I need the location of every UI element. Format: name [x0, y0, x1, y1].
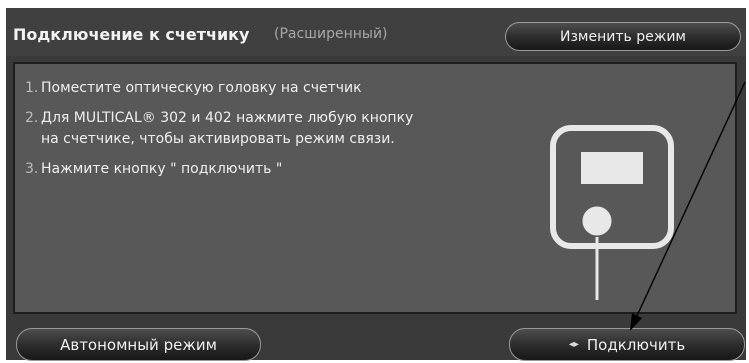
instruction-step-2: 2. Для MULTICAL® 302 и 402 нажмите любую… [25, 108, 465, 150]
connect-arrows-icon: ◂▸ [568, 339, 579, 350]
instruction-list: 1. Поместите оптическую головку на счетч… [25, 78, 465, 189]
step-text: Нажмите кнопку " подключить " [41, 161, 283, 177]
window-title: Подключение к счетчику [13, 25, 250, 44]
connect-meter-window: Подключение к счетчику (Расширенный) Изм… [6, 8, 746, 361]
autonomous-mode-button[interactable]: Автономный режим [16, 328, 261, 361]
step-number: 2. [25, 110, 39, 126]
step-number: 3. [25, 161, 39, 177]
meter-device-icon [550, 125, 674, 300]
step-text: Для MULTICAL® 302 и 402 нажмите любую кн… [41, 110, 414, 147]
connect-button[interactable]: ◂▸ Подключить [509, 328, 745, 361]
step-number: 1. [25, 80, 39, 96]
connect-button-label: Подключить [586, 335, 686, 354]
instructions-panel: 1. Поместите оптическую головку на счетч… [13, 62, 737, 314]
mode-subtitle: (Расширенный) [274, 26, 388, 42]
step-text: Поместите оптическую головку на счетчик [41, 80, 362, 96]
change-mode-button[interactable]: Изменить режим [505, 22, 741, 51]
instruction-step-3: 3. Нажмите кнопку " подключить " [25, 159, 465, 180]
instruction-step-1: 1. Поместите оптическую головку на счетч… [25, 78, 465, 99]
